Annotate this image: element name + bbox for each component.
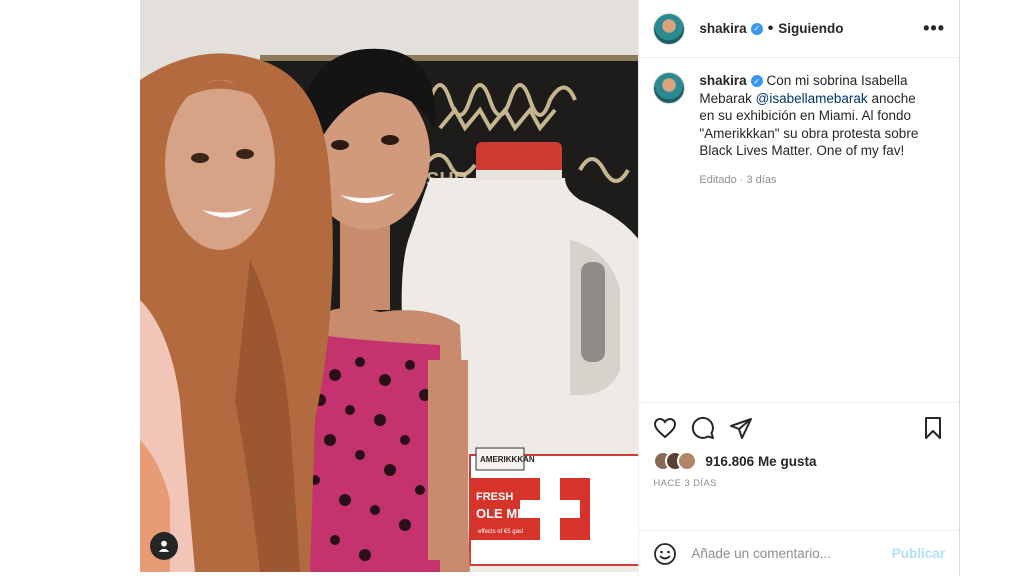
publish-button[interactable]: Publicar (892, 546, 945, 561)
following-button[interactable]: Siguiendo (778, 21, 843, 36)
post-header: shakira ✓ • Siguiendo ••• (639, 0, 959, 58)
heart-icon[interactable] (653, 416, 677, 440)
separator-dot: • (767, 19, 774, 37)
emoji-icon[interactable] (653, 542, 677, 566)
avatar[interactable] (653, 12, 686, 45)
photo-illustration: SHP AMERIKKKAN FRESH OLE MILK effects of… (140, 0, 639, 572)
post-card: SHP AMERIKKKAN FRESH OLE MILK effects of… (140, 0, 960, 576)
header-username[interactable]: shakira (699, 21, 746, 36)
share-icon[interactable] (729, 416, 753, 440)
bookmark-icon[interactable] (921, 416, 945, 440)
svg-text:AMERIKKKAN: AMERIKKKAN (480, 455, 535, 464)
verified-badge-icon: ✓ (750, 75, 763, 88)
comment-bar: Publicar (639, 530, 959, 576)
verified-badge-icon: ✓ (750, 22, 763, 35)
post-sidebar: shakira ✓ • Siguiendo ••• shakira ✓ Con m… (638, 0, 959, 576)
caption-username[interactable]: shakira (699, 73, 746, 88)
more-options-icon[interactable]: ••• (923, 18, 945, 39)
svg-text:effects of €5 gas!: effects of €5 gas! (478, 529, 524, 535)
user-icon (158, 540, 170, 552)
tagged-users-button[interactable] (150, 532, 178, 560)
comment-input[interactable] (691, 546, 892, 561)
likes-count[interactable]: 916.806 Me gusta (705, 454, 816, 469)
caption-mention-link[interactable]: @isabellamebarak (756, 91, 868, 106)
svg-text:FRESH: FRESH (476, 491, 513, 503)
post-time: HACE 3 DÍAS (653, 478, 717, 489)
avatar (677, 451, 698, 471)
comment-icon[interactable] (691, 416, 715, 440)
post-photo[interactable]: SHP AMERIKKKAN FRESH OLE MILK effects of… (140, 0, 639, 572)
face-left (165, 80, 275, 250)
caption-area: shakira ✓ Con mi sobrina Isabella Mebarak… (639, 58, 959, 402)
caption-avatar[interactable] (653, 72, 686, 104)
liker-avatars[interactable] (653, 451, 701, 471)
likes-row: 916.806 Me gusta (653, 451, 945, 471)
caption-meta: Editado · 3 días (699, 173, 777, 186)
caption-text: shakira ✓ Con mi sobrina Isabella Mebarak… (699, 72, 931, 388)
svg-text:OLE MILK: OLE MILK (476, 506, 539, 521)
action-bar: 916.806 Me gusta HACE 3 DÍAS (639, 402, 959, 530)
